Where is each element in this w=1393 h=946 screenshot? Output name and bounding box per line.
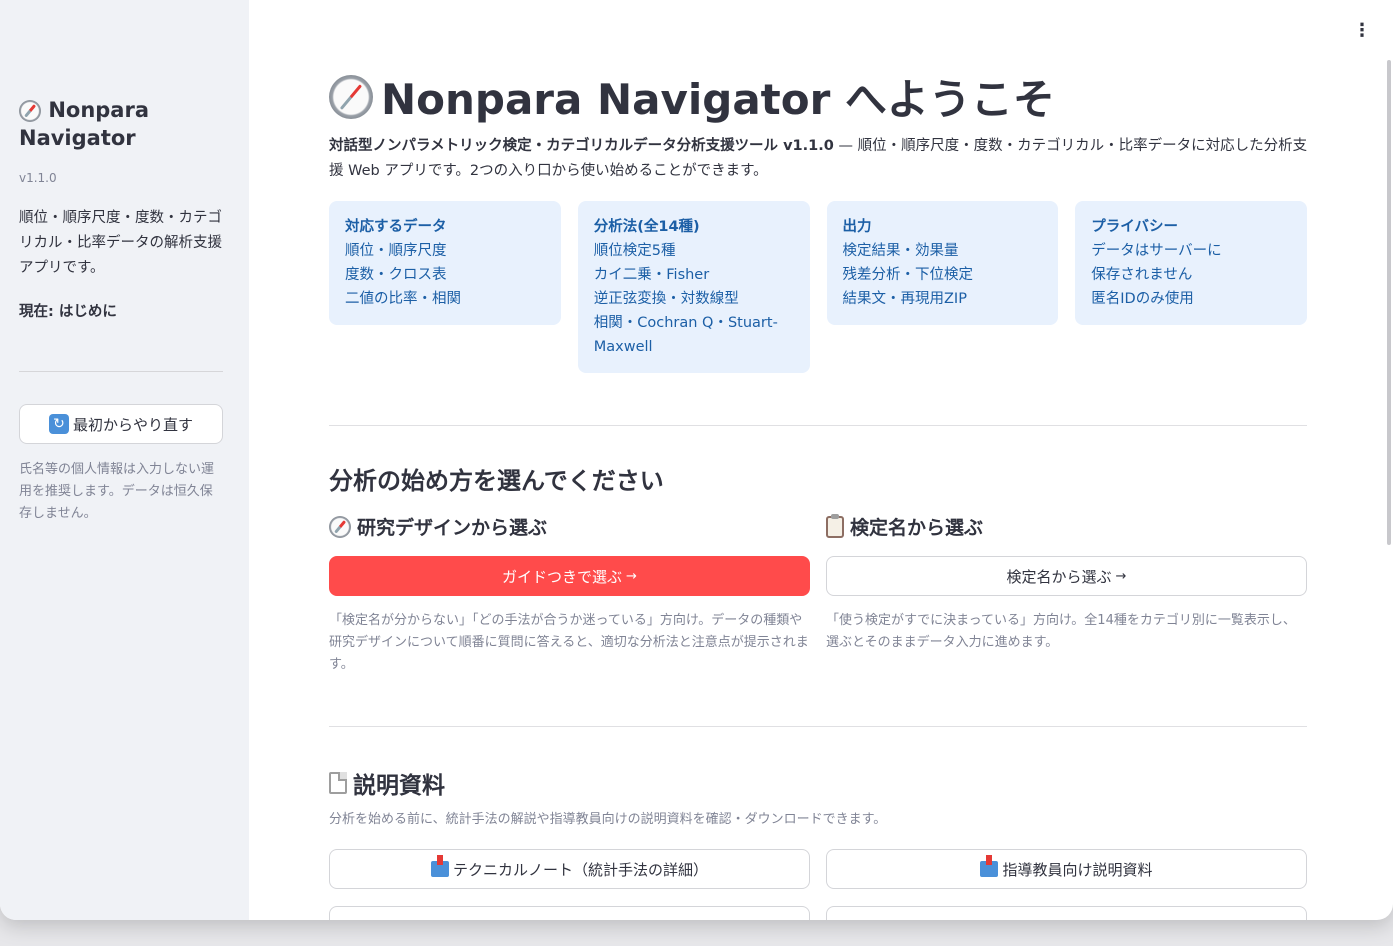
card-line: 保存されません bbox=[1091, 267, 1193, 283]
scrollbar[interactable] bbox=[1387, 60, 1391, 545]
card-line: 逆正弦変換・対数線型 bbox=[593, 291, 739, 307]
card-line: 順位・順序尺度 bbox=[345, 243, 447, 259]
card-line: 相関・Cochran Q・Stuart-Maxwell bbox=[593, 315, 778, 355]
guided-select-label: ガイドつきで選ぶ bbox=[502, 567, 623, 586]
docs-caption: 分析を始める前に、統計手法の解説や指導教員向けの説明資料を確認・ダウンロードでき… bbox=[329, 812, 887, 827]
card-title: 分析法(全14種) bbox=[593, 219, 700, 235]
docs-heading-text: 説明資料 bbox=[353, 773, 445, 799]
sidebar-title: Nonpara Navigator bbox=[19, 96, 229, 152]
card-output: 出力 検定結果・効果量 残差分析・下位検定 結果文・再現用ZIP bbox=[826, 201, 1059, 325]
download-tray-icon bbox=[430, 855, 449, 877]
test-select-label: 検定名から選ぶ bbox=[1006, 567, 1112, 586]
test-heading-text: 検定名から選ぶ bbox=[850, 517, 984, 539]
card-title: プライバシー bbox=[1091, 219, 1178, 235]
download-tray-icon bbox=[980, 855, 999, 877]
document-icon bbox=[329, 772, 347, 794]
card-line: カイ二乗・Fisher bbox=[593, 267, 710, 283]
page-title-text: Nonpara Navigator へようこそ bbox=[381, 75, 1055, 124]
privacy-note: 氏名等の個人情報は入力しない運用を推奨します。データは恒久保存しません。 bbox=[19, 462, 215, 521]
compass-icon bbox=[19, 100, 41, 122]
intro-bold: 対話型ノンパラメトリック検定・カテゴリカルデータ分析支援ツール v1.1.0 bbox=[329, 138, 834, 154]
card-line: 結果文・再現用ZIP bbox=[842, 291, 967, 307]
feature-cards: 対応するデータ 順位・順序尺度 度数・クロス表 二値の比率・相関 分析法(全14… bbox=[329, 201, 1307, 373]
card-privacy: プライバシー データはサーバーに 保存されません 匿名IDのみ使用 bbox=[1075, 201, 1307, 325]
reload-icon: ↻ bbox=[48, 414, 69, 434]
arrow-right-icon: → bbox=[1115, 568, 1127, 584]
compass-icon bbox=[329, 515, 351, 538]
restart-button-label: 最初からやり直す bbox=[72, 415, 193, 434]
card-line: 検定結果・効果量 bbox=[842, 243, 959, 259]
section-divider bbox=[329, 726, 1307, 727]
section-start-heading: 分析の始め方を選んでください bbox=[329, 467, 664, 495]
card-line: データはサーバーに bbox=[1091, 243, 1222, 259]
main-content: ⋮ Nonpara Navigator へようこそ 対話型ノンパラメトリック検定… bbox=[249, 0, 1393, 920]
card-line: 匿名IDのみ使用 bbox=[1091, 291, 1194, 307]
card-line: 順位検定5種 bbox=[593, 243, 676, 259]
sidebar-version: v1.1.0 bbox=[19, 171, 57, 185]
sidebar-description: 順位・順序尺度・度数・カテゴリカル・比率データの解析支援アプリです。 bbox=[19, 210, 222, 276]
test-caption: 「使う検定がすでに決まっている」方向け。全14種をカテゴリ別に一覧表示し、選ぶと… bbox=[826, 613, 1296, 650]
next-button-partial[interactable] bbox=[826, 906, 1307, 920]
card-methods: 分析法(全14種) 順位検定5種 カイ二乗・Fisher 逆正弦変換・対数線型 … bbox=[577, 201, 810, 373]
app-window: Nonpara Navigator v1.1.0 順位・順序尺度・度数・カテゴリ… bbox=[0, 0, 1393, 920]
kebab-menu-icon[interactable]: ⋮ bbox=[1353, 22, 1371, 40]
card-line: 残差分析・下位検定 bbox=[842, 267, 974, 283]
sidebar: Nonpara Navigator v1.1.0 順位・順序尺度・度数・カテゴリ… bbox=[0, 0, 249, 920]
test-select-button[interactable]: 検定名から選ぶ → bbox=[826, 556, 1307, 596]
next-button-partial[interactable] bbox=[329, 906, 810, 920]
card-line: 二値の比率・相関 bbox=[345, 291, 461, 307]
sidebar-divider bbox=[19, 371, 223, 372]
page-title: Nonpara Navigator へようこそ bbox=[329, 66, 1055, 127]
arrow-right-icon: → bbox=[626, 568, 637, 584]
test-heading: 検定名から選ぶ bbox=[826, 513, 983, 540]
intro-text: 対話型ノンパラメトリック検定・カテゴリカルデータ分析支援ツール v1.1.0 —… bbox=[329, 134, 1309, 184]
technical-note-label: テクニカルノート（統計手法の詳細） bbox=[452, 860, 708, 879]
card-line: 度数・クロス表 bbox=[345, 267, 447, 283]
card-title: 出力 bbox=[842, 219, 872, 235]
advisor-doc-label: 指導教員向け説明資料 bbox=[1002, 860, 1153, 879]
guided-select-button[interactable]: ガイドつきで選ぶ → bbox=[329, 556, 810, 596]
restart-button[interactable]: ↻ 最初からやり直す bbox=[19, 404, 223, 444]
advisor-doc-download-button[interactable]: 指導教員向け説明資料 bbox=[826, 849, 1307, 889]
card-title: 対応するデータ bbox=[345, 219, 447, 235]
section-divider bbox=[329, 425, 1307, 426]
technical-note-download-button[interactable]: テクニカルノート（統計手法の詳細） bbox=[329, 849, 810, 889]
card-data: 対応するデータ 順位・順序尺度 度数・クロス表 二値の比率・相関 bbox=[329, 201, 561, 325]
compass-icon bbox=[329, 74, 373, 119]
docs-heading: 説明資料 bbox=[329, 766, 445, 800]
design-caption: 「検定名が分からない」「どの手法が合うか迷っている」方向け。データの種類や研究デ… bbox=[329, 613, 809, 672]
design-heading-text: 研究デザインから選ぶ bbox=[357, 517, 548, 539]
design-heading: 研究デザインから選ぶ bbox=[329, 513, 547, 540]
clipboard-icon bbox=[826, 513, 844, 538]
sidebar-current-step: 現在: はじめに bbox=[19, 304, 117, 320]
